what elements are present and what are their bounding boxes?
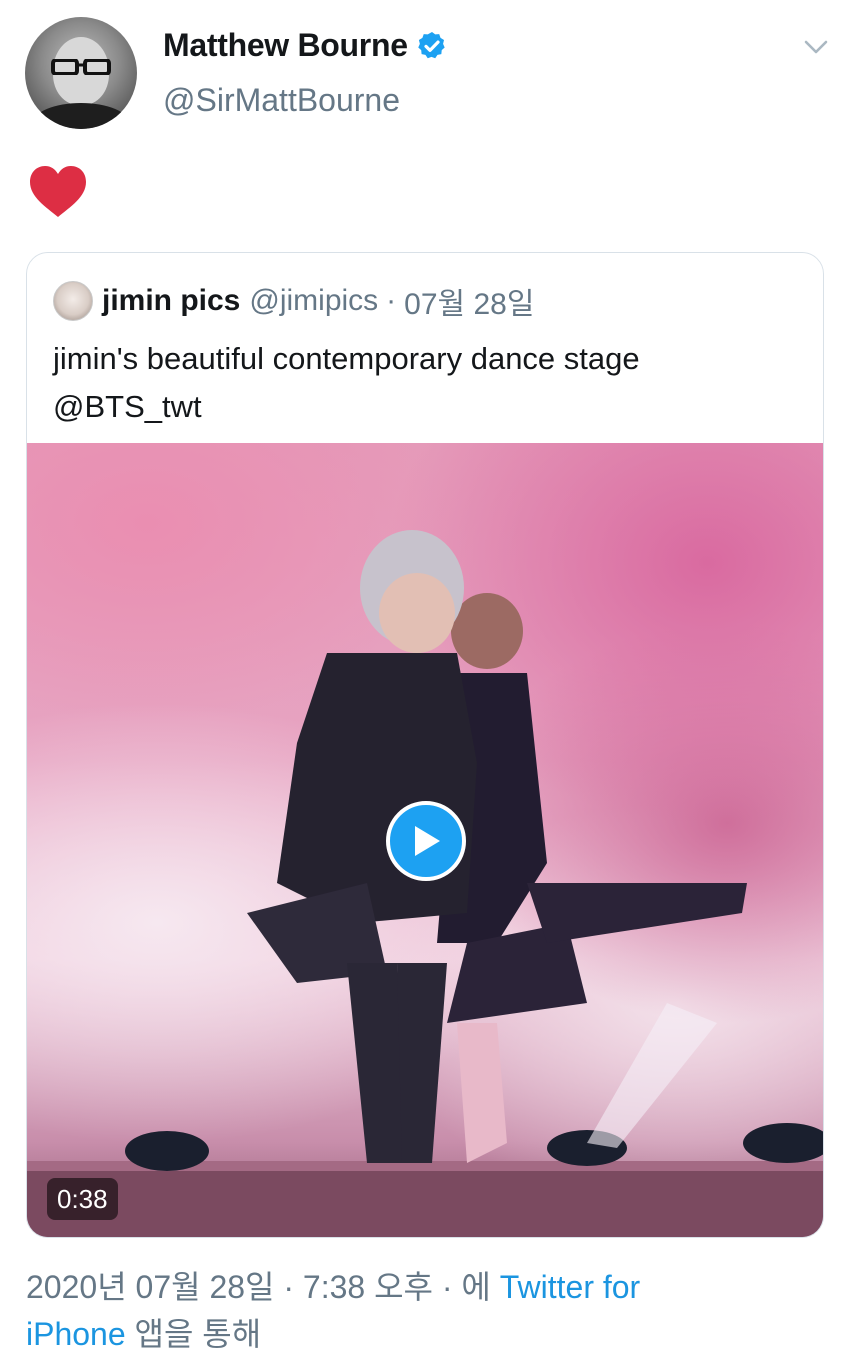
author-handle[interactable]: @SirMattBourne [163,82,400,119]
verified-badge-icon [417,31,445,58]
quoted-author-avatar [53,281,93,321]
source-suffix: 앱을 통해 [134,1316,262,1352]
author-name-row: Matthew Bourne [163,27,448,64]
play-icon [415,826,440,856]
tweet-timestamp: 2020년 07월 28일 · 7:38 오후 · 에 [26,1269,491,1305]
author-name[interactable]: Matthew Bourne [163,27,408,64]
mention-link[interactable]: @BTS_twt [53,383,803,431]
tweet-meta: 2020년 07월 28일 · 7:38 오후 · 에 Twitter for … [26,1264,826,1358]
meta-separator: · [386,284,397,317]
video-play-button[interactable] [386,801,466,881]
quoted-tweet-text: jimin's beautiful contemporary dance sta… [53,335,803,431]
chevron-down-icon[interactable] [803,36,829,58]
quoted-tweet-text-line: jimin's beautiful contemporary dance sta… [53,341,640,376]
video-thumbnail[interactable]: 0:38 [27,443,823,1237]
source-app-link-continued[interactable]: iPhone [26,1316,126,1352]
quoted-author-name: jimin pics [102,284,241,317]
source-app-link[interactable]: Twitter for [500,1269,640,1305]
glasses-detail [51,59,111,75]
quoted-tweet-date: 07월 28일 [404,288,535,321]
quoted-author-handle: @jimipics [249,284,379,317]
author-avatar[interactable] [25,17,137,129]
video-duration-badge: 0:38 [47,1178,118,1220]
quoted-tweet-header: jimin pics @jimipics · 07월 28일 [53,279,534,323]
red-heart-emoji-icon [30,166,86,217]
quoted-tweet-card[interactable]: jimin pics @jimipics · 07월 28일 jimin's b… [26,252,824,1238]
